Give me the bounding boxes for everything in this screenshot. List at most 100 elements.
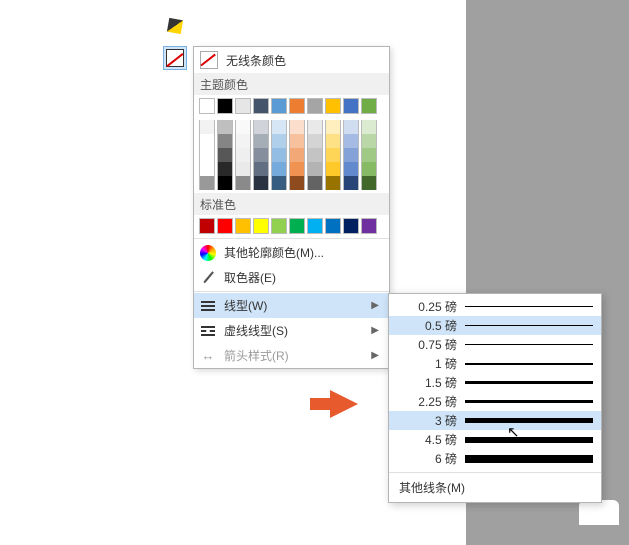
color-swatch[interactable] xyxy=(199,98,215,114)
color-swatch[interactable] xyxy=(271,218,287,234)
color-swatch[interactable] xyxy=(199,148,215,162)
color-swatch[interactable] xyxy=(343,162,359,176)
color-swatch[interactable] xyxy=(217,120,233,134)
line-weight-option[interactable]: 4.5 磅 xyxy=(389,430,601,449)
color-swatch[interactable] xyxy=(289,134,305,148)
color-swatch[interactable] xyxy=(253,148,269,162)
color-swatch[interactable] xyxy=(343,176,359,190)
color-swatch[interactable] xyxy=(217,218,233,234)
color-swatch[interactable] xyxy=(271,98,287,114)
color-swatch[interactable] xyxy=(235,98,251,114)
color-swatch[interactable] xyxy=(325,218,341,234)
more-outline-colors-item[interactable]: 其他轮廓颜色(M)... xyxy=(194,240,389,265)
arrow-style-label: 箭头样式(R) xyxy=(224,347,289,364)
color-swatch[interactable] xyxy=(307,134,323,148)
color-swatch[interactable] xyxy=(307,218,323,234)
color-swatch[interactable] xyxy=(343,134,359,148)
color-swatch[interactable] xyxy=(271,120,287,134)
color-swatch[interactable] xyxy=(307,98,323,114)
line-weight-option[interactable]: 6 磅 xyxy=(389,449,601,468)
color-swatch[interactable] xyxy=(271,162,287,176)
color-swatch[interactable] xyxy=(361,218,377,234)
color-swatch[interactable] xyxy=(325,148,341,162)
color-swatch[interactable] xyxy=(253,120,269,134)
color-swatch[interactable] xyxy=(253,162,269,176)
color-swatch[interactable] xyxy=(343,120,359,134)
color-swatch[interactable] xyxy=(361,120,377,134)
color-swatch[interactable] xyxy=(271,176,287,190)
color-swatch[interactable] xyxy=(343,218,359,234)
color-swatch[interactable] xyxy=(199,162,215,176)
arrow-style-item: 箭头样式(R) ▶ xyxy=(194,343,389,368)
color-swatch[interactable] xyxy=(235,162,251,176)
color-swatch[interactable] xyxy=(289,218,305,234)
color-swatch[interactable] xyxy=(361,162,377,176)
color-swatch[interactable] xyxy=(217,134,233,148)
color-swatch[interactable] xyxy=(343,98,359,114)
color-swatch[interactable] xyxy=(253,98,269,114)
line-weight-option[interactable]: 2.25 磅 xyxy=(389,392,601,411)
color-swatch[interactable] xyxy=(289,120,305,134)
line-weight-option[interactable]: 3 磅 xyxy=(389,411,601,430)
line-weight-submenu: 0.25 磅0.5 磅0.75 磅1 磅1.5 磅2.25 磅3 磅4.5 磅6… xyxy=(388,293,602,503)
fill-color-button[interactable] xyxy=(163,14,187,38)
color-swatch[interactable] xyxy=(199,218,215,234)
color-swatch[interactable] xyxy=(235,120,251,134)
color-swatch[interactable] xyxy=(307,162,323,176)
line-dash-item[interactable]: 虚线线型(S) ▶ xyxy=(194,318,389,343)
more-colors-label: 其他轮廓颜色(M)... xyxy=(224,244,324,261)
color-swatch[interactable] xyxy=(217,148,233,162)
color-swatch[interactable] xyxy=(217,162,233,176)
line-weight-option[interactable]: 0.75 磅 xyxy=(389,335,601,354)
eyedropper-label: 取色器(E) xyxy=(224,269,276,286)
line-weight-option-label: 0.75 磅 xyxy=(395,336,457,353)
color-swatch[interactable] xyxy=(325,120,341,134)
color-swatch[interactable] xyxy=(325,176,341,190)
line-weight-preview xyxy=(465,381,593,384)
color-swatch[interactable] xyxy=(325,162,341,176)
eyedropper-item[interactable]: 取色器(E) xyxy=(194,265,389,290)
more-lines-item[interactable]: 其他线条(M) xyxy=(389,473,601,502)
separator xyxy=(194,291,389,292)
line-weight-option[interactable]: 1.5 磅 xyxy=(389,373,601,392)
color-swatch[interactable] xyxy=(307,176,323,190)
color-swatch[interactable] xyxy=(289,176,305,190)
color-swatch[interactable] xyxy=(271,134,287,148)
color-swatch[interactable] xyxy=(217,176,233,190)
theme-colors-shades xyxy=(194,117,389,193)
line-weight-option[interactable]: 1 磅 xyxy=(389,354,601,373)
color-swatch[interactable] xyxy=(361,98,377,114)
outline-color-button[interactable] xyxy=(163,46,187,70)
color-swatch[interactable] xyxy=(235,218,251,234)
line-weight-option[interactable]: 0.5 磅 xyxy=(389,316,601,335)
line-weight-option[interactable]: 0.25 磅 xyxy=(389,297,601,316)
color-swatch[interactable] xyxy=(235,134,251,148)
color-swatch[interactable] xyxy=(361,148,377,162)
color-swatch[interactable] xyxy=(253,176,269,190)
color-swatch[interactable] xyxy=(289,162,305,176)
color-wheel-icon xyxy=(200,245,216,261)
color-swatch[interactable] xyxy=(325,134,341,148)
no-line-item[interactable]: 无线条颜色 xyxy=(194,47,389,73)
color-swatch[interactable] xyxy=(253,134,269,148)
color-swatch[interactable] xyxy=(199,134,215,148)
color-swatch[interactable] xyxy=(199,120,215,134)
color-swatch[interactable] xyxy=(271,148,287,162)
color-swatch[interactable] xyxy=(235,176,251,190)
color-swatch[interactable] xyxy=(253,218,269,234)
line-weight-option-label: 3 磅 xyxy=(395,412,457,429)
color-swatch[interactable] xyxy=(343,148,359,162)
line-weight-option-label: 0.25 磅 xyxy=(395,298,457,315)
line-weight-item[interactable]: 线型(W) ▶ xyxy=(194,293,389,318)
color-swatch[interactable] xyxy=(361,134,377,148)
color-swatch[interactable] xyxy=(217,98,233,114)
color-swatch[interactable] xyxy=(361,176,377,190)
color-swatch[interactable] xyxy=(199,176,215,190)
color-swatch[interactable] xyxy=(307,148,323,162)
color-swatch[interactable] xyxy=(289,98,305,114)
color-swatch[interactable] xyxy=(325,98,341,114)
color-swatch[interactable] xyxy=(307,120,323,134)
line-weight-label: 线型(W) xyxy=(224,297,267,314)
color-swatch[interactable] xyxy=(289,148,305,162)
color-swatch[interactable] xyxy=(235,148,251,162)
